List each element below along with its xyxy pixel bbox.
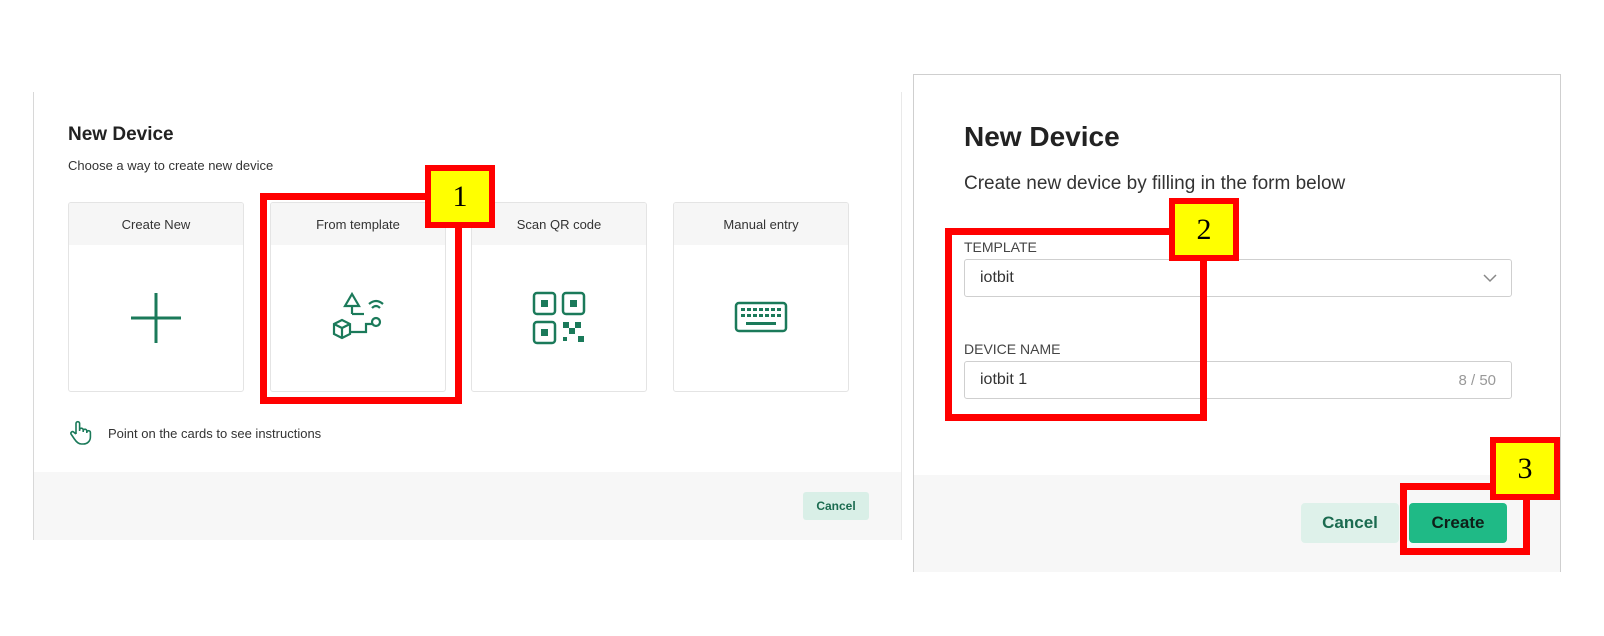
card-label: Manual entry [674, 203, 848, 245]
step-badge-3: 3 [1490, 437, 1560, 500]
card-label: Create New [69, 203, 243, 245]
card-create-new[interactable]: Create New [68, 202, 244, 392]
character-counter: 8 / 50 [1458, 372, 1496, 389]
dialog-subtitle: Create new device by filling in the form… [964, 173, 1346, 194]
dialog-title: New Device [68, 124, 174, 145]
card-label: Scan QR code [472, 203, 646, 245]
card-scan-qr[interactable]: Scan QR code [471, 202, 647, 392]
dialog-title: New Device [964, 121, 1120, 152]
instructions-hint: Point on the cards to see instructions [68, 420, 321, 446]
highlight-form-fields [945, 228, 1207, 421]
step-badge-2: 2 [1169, 198, 1239, 261]
pointing-hand-icon [70, 420, 92, 445]
keyboard-icon [734, 301, 788, 333]
hint-text: Point on the cards to see instructions [108, 425, 322, 441]
card-manual-entry[interactable]: Manual entry [673, 202, 849, 392]
chevron-down-icon [1483, 274, 1497, 283]
dialog-subtitle: Choose a way to create new device [68, 158, 274, 173]
dialog-footer: Cancel [34, 472, 901, 540]
new-device-dialog-method: New Device Choose a way to create new de… [33, 92, 902, 540]
plus-icon [131, 293, 181, 343]
step-badge-1: 1 [425, 165, 495, 228]
cancel-button[interactable]: Cancel [803, 492, 869, 520]
qr-code-icon [532, 291, 586, 345]
cancel-button[interactable]: Cancel [1301, 503, 1399, 543]
